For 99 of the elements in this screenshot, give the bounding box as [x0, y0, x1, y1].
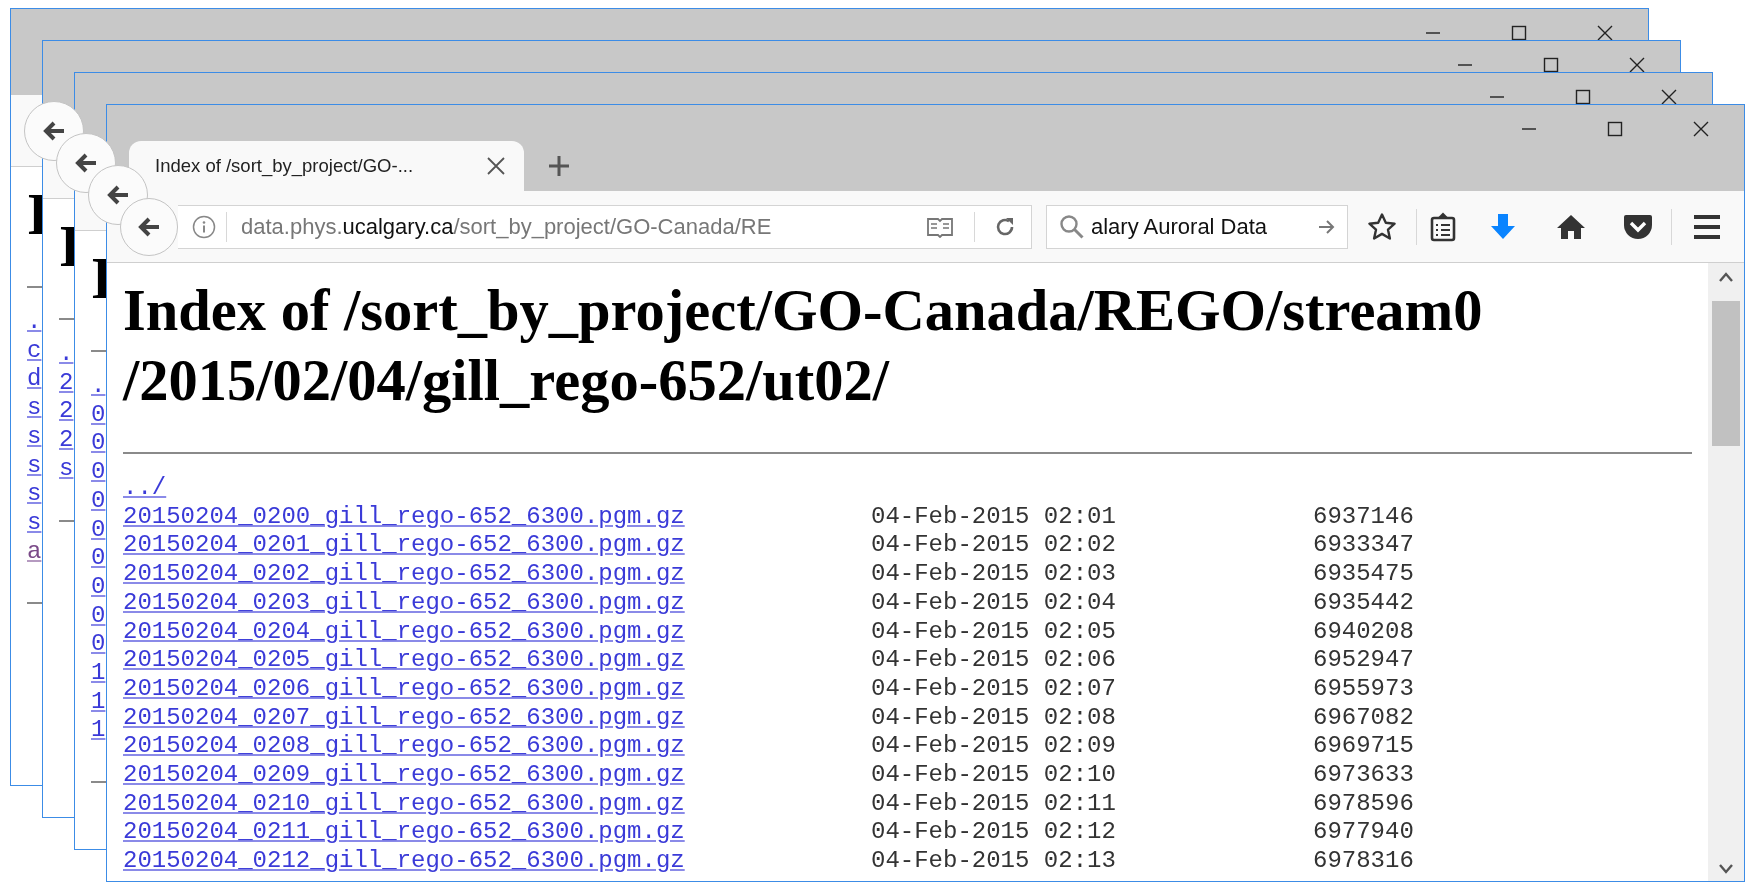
file-link[interactable]: 0	[91, 400, 106, 428]
file-link[interactable]: s	[27, 480, 42, 508]
file-link[interactable]: 20150204_0206_gill_rego-652_6300.pgm.gz	[123, 674, 871, 704]
size-cell: 6935475	[1313, 560, 1414, 589]
file-link[interactable]: 20150204_0200_gill_rego-652_6300.pgm.gz	[123, 502, 871, 532]
new-tab-icon[interactable]	[548, 155, 570, 177]
date-cell: 04-Feb-2015 02:08	[871, 703, 1116, 733]
file-link[interactable]: 0	[91, 544, 106, 572]
size-cell: 6952947	[1313, 646, 1414, 675]
search-icon	[1059, 213, 1085, 240]
star-icon	[1367, 211, 1397, 242]
file-link[interactable]: 0	[91, 601, 106, 629]
file-link[interactable]: 0	[91, 515, 106, 543]
file-link[interactable]: s	[27, 451, 42, 479]
size-cell: 6978316	[1313, 847, 1414, 876]
file-link[interactable]: 1	[91, 687, 106, 715]
size-cell: 6978596	[1313, 789, 1414, 819]
file-link[interactable]: 2	[59, 397, 74, 425]
file-link[interactable]: 0	[91, 458, 106, 486]
file-link[interactable]: s	[27, 422, 42, 450]
clipboard-icon	[1430, 211, 1456, 242]
address-field[interactable]: data.phys.ucalgary.ca/sort_by_project/GO-Canada/RE	[178, 204, 1032, 249]
file-link[interactable]: 0	[91, 486, 106, 514]
file-link[interactable]: .	[27, 308, 42, 335]
tab-title: Index of /sort_by_project/GO-...	[155, 155, 415, 177]
size-cell: 6940208	[1313, 617, 1414, 647]
date-cell: 04-Feb-2015 02:09	[871, 732, 1116, 762]
file-link[interactable]: 1	[91, 659, 106, 687]
reader-view-icon[interactable]	[926, 215, 954, 238]
minimize-icon[interactable]	[1425, 32, 1441, 34]
size-cell: 6973633	[1313, 761, 1414, 790]
file-link[interactable]: s	[27, 394, 42, 422]
close-icon[interactable]	[1597, 25, 1613, 41]
close-icon[interactable]	[1661, 89, 1677, 105]
scroll-thumb[interactable]	[1712, 301, 1740, 446]
file-link[interactable]: s	[59, 454, 74, 482]
file-link[interactable]: 0	[91, 429, 106, 457]
close-icon	[1693, 121, 1709, 137]
date-cell: 04-Feb-2015 02:06	[871, 646, 1116, 675]
file-link[interactable]: d	[27, 365, 42, 393]
close-tab-icon[interactable]	[486, 156, 506, 176]
maximize-icon[interactable]	[1511, 25, 1527, 41]
file-link[interactable]: 2	[59, 426, 74, 454]
file-link[interactable]: a	[27, 537, 42, 565]
file-link[interactable]: 20150204_0201_gill_rego-652_6300.pgm.gz	[123, 531, 871, 561]
maximize-icon[interactable]	[1575, 89, 1591, 105]
scrollbar[interactable]	[1708, 263, 1744, 881]
scroll-up-icon[interactable]	[1718, 271, 1734, 283]
home-icon	[1556, 212, 1586, 241]
file-link[interactable]: .	[91, 372, 106, 399]
close-icon[interactable]	[1629, 57, 1645, 73]
file-link[interactable]: 20150204_0203_gill_rego-652_6300.pgm.gz	[123, 588, 871, 618]
scroll-down-icon[interactable]	[1718, 863, 1734, 875]
file-link[interactable]: 20150204_0209_gill_rego-652_6300.pgm.gz	[123, 761, 871, 790]
file-link[interactable]: 0	[91, 630, 106, 658]
file-link[interactable]: 20150204_0202_gill_rego-652_6300.pgm.gz	[123, 560, 871, 589]
size-cell: 6933347	[1313, 531, 1414, 561]
size-cell: 6937146	[1313, 502, 1414, 532]
menu-icon	[1692, 213, 1722, 240]
file-link[interactable]: s	[27, 508, 42, 536]
date-cell: 04-Feb-2015 02:10	[871, 761, 1116, 790]
file-link[interactable]: .	[59, 340, 74, 367]
date-cell: 04-Feb-2015 02:01	[871, 502, 1116, 532]
file-link[interactable]: 20150204_0204_gill_rego-652_6300.pgm.gz	[123, 617, 871, 647]
file-link[interactable]: 20150204_0211_gill_rego-652_6300.pgm.gz	[123, 818, 871, 848]
browser-tab[interactable]: Index of /sort_by_project/GO-...	[129, 141, 524, 191]
file-link[interactable]: 2	[59, 368, 74, 396]
maximize-icon	[1607, 121, 1623, 137]
size-cell: 6969715	[1313, 732, 1414, 762]
size-cell: 6955973	[1313, 674, 1414, 704]
file-link[interactable]: c	[27, 336, 42, 364]
date-cell: 04-Feb-2015 02:07	[871, 674, 1116, 704]
minimize-icon[interactable]	[1457, 64, 1473, 66]
file-link[interactable]: 20150204_0212_gill_rego-652_6300.pgm.gz	[123, 847, 871, 876]
date-cell: 04-Feb-2015 02:11	[871, 789, 1116, 819]
file-link[interactable]: 0	[91, 572, 106, 600]
info-icon[interactable]	[192, 214, 216, 239]
date-cell: 04-Feb-2015 02:04	[871, 588, 1116, 618]
date-cell: 04-Feb-2015 02:13	[871, 847, 1116, 876]
size-cell: 6967082	[1313, 703, 1414, 733]
parent-directory-link[interactable]: ../	[123, 474, 167, 501]
size-cell: 6935442	[1313, 588, 1414, 618]
date-cell: 04-Feb-2015 02:05	[871, 617, 1116, 647]
maximize-icon[interactable]	[1543, 57, 1559, 73]
back-button[interactable]	[120, 197, 178, 256]
page-heading: Index of /sort_by_project/GO-Canada/REGO/stream0/2015/02/04/gill_rego-652/ut02/	[123, 277, 1484, 415]
date-cell: 04-Feb-2015 02:12	[871, 818, 1116, 848]
date-cell: 04-Feb-2015 02:02	[871, 531, 1116, 561]
file-link[interactable]: 1	[91, 716, 106, 744]
date-cell: 04-Feb-2015 02:03	[871, 560, 1116, 589]
minimize-icon	[1521, 128, 1537, 130]
minimize-icon[interactable]	[1489, 96, 1505, 98]
file-link[interactable]: 20150204_0210_gill_rego-652_6300.pgm.gz	[123, 789, 871, 819]
file-link[interactable]: 20150204_0205_gill_rego-652_6300.pgm.gz	[123, 646, 871, 675]
size-cell: 6977940	[1313, 818, 1414, 848]
search-field[interactable]: alary Auroral Data	[1046, 204, 1348, 249]
pocket-icon	[1623, 212, 1653, 241]
file-link[interactable]: 20150204_0207_gill_rego-652_6300.pgm.gz	[123, 703, 871, 733]
file-link[interactable]: 20150204_0208_gill_rego-652_6300.pgm.gz	[123, 732, 871, 762]
